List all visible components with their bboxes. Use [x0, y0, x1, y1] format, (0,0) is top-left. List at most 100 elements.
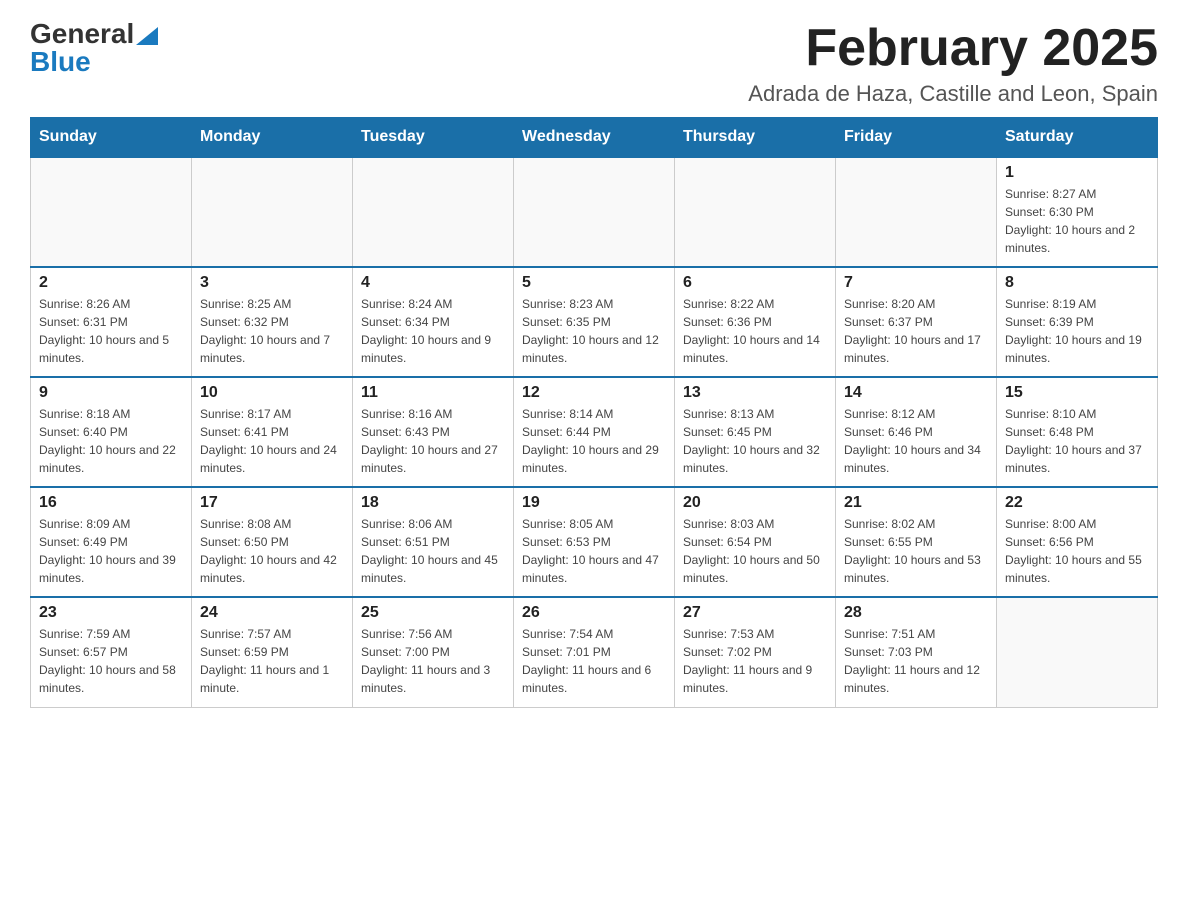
calendar-cell: 16 Sunrise: 8:09 AM Sunset: 6:49 PM Dayli…	[31, 487, 192, 597]
calendar-cell: 10Sunrise: 8:17 AM Sunset: 6:41 PM Dayli…	[192, 377, 353, 487]
day-number: 12	[522, 384, 666, 402]
calendar-cell: 19Sunrise: 8:05 AM Sunset: 6:53 PM Dayli…	[514, 487, 675, 597]
calendar-cell	[192, 157, 353, 267]
day-number: 9	[39, 384, 183, 402]
day-number: 24	[200, 604, 344, 622]
day-info: Sunrise: 8:18 AM Sunset: 6:40 PM Dayligh…	[39, 405, 183, 477]
calendar-cell: 23Sunrise: 7:59 AM Sunset: 6:57 PM Dayli…	[31, 597, 192, 707]
day-info: Sunrise: 8:12 AM Sunset: 6:46 PM Dayligh…	[844, 405, 988, 477]
calendar-header-monday: Monday	[192, 118, 353, 158]
calendar-cell: 5 Sunrise: 8:23 AM Sunset: 6:35 PM Daylig…	[514, 267, 675, 377]
calendar-header-wednesday: Wednesday	[514, 118, 675, 158]
calendar-week-row: 16 Sunrise: 8:09 AM Sunset: 6:49 PM Dayli…	[31, 487, 1158, 597]
day-number: 15	[1005, 384, 1149, 402]
day-number: 25	[361, 604, 505, 622]
day-info: Sunrise: 8:19 AM Sunset: 6:39 PM Dayligh…	[1005, 295, 1149, 367]
day-info: Sunrise: 8:25 AM Sunset: 6:32 PM Dayligh…	[200, 295, 344, 367]
location: Adrada de Haza, Castille and Leon, Spain	[748, 81, 1158, 107]
day-number: 21	[844, 494, 988, 512]
day-info: Sunrise: 8:14 AM Sunset: 6:44 PM Dayligh…	[522, 405, 666, 477]
day-info: Sunrise: 8:13 AM Sunset: 6:45 PM Dayligh…	[683, 405, 827, 477]
calendar-cell: 20Sunrise: 8:03 AM Sunset: 6:54 PM Dayli…	[675, 487, 836, 597]
day-info: Sunrise: 8:22 AM Sunset: 6:36 PM Dayligh…	[683, 295, 827, 367]
calendar-week-row: 9 Sunrise: 8:18 AM Sunset: 6:40 PM Daylig…	[31, 377, 1158, 487]
calendar-cell: 25 Sunrise: 7:56 AM Sunset: 7:00 PM Dayli…	[353, 597, 514, 707]
day-number: 7	[844, 274, 988, 292]
calendar-cell: 7 Sunrise: 8:20 AM Sunset: 6:37 PM Daylig…	[836, 267, 997, 377]
calendar-cell: 26Sunrise: 7:54 AM Sunset: 7:01 PM Dayli…	[514, 597, 675, 707]
day-info: Sunrise: 8:06 AM Sunset: 6:51 PM Dayligh…	[361, 515, 505, 587]
calendar-cell: 18Sunrise: 8:06 AM Sunset: 6:51 PM Dayli…	[353, 487, 514, 597]
day-info: Sunrise: 8:02 AM Sunset: 6:55 PM Dayligh…	[844, 515, 988, 587]
calendar-cell: 27 Sunrise: 7:53 AM Sunset: 7:02 PM Dayli…	[675, 597, 836, 707]
day-info: Sunrise: 7:57 AM Sunset: 6:59 PM Dayligh…	[200, 625, 344, 697]
calendar-cell: 9 Sunrise: 8:18 AM Sunset: 6:40 PM Daylig…	[31, 377, 192, 487]
logo: General Blue	[30, 20, 158, 76]
calendar-cell: 22 Sunrise: 8:00 AM Sunset: 6:56 PM Dayli…	[997, 487, 1158, 597]
logo-general: General	[30, 20, 134, 48]
calendar-cell: 28 Sunrise: 7:51 AM Sunset: 7:03 PM Dayli…	[836, 597, 997, 707]
day-number: 14	[844, 384, 988, 402]
day-info: Sunrise: 8:23 AM Sunset: 6:35 PM Dayligh…	[522, 295, 666, 367]
day-info: Sunrise: 8:08 AM Sunset: 6:50 PM Dayligh…	[200, 515, 344, 587]
day-number: 27	[683, 604, 827, 622]
day-number: 4	[361, 274, 505, 292]
calendar-table: SundayMondayTuesdayWednesdayThursdayFrid…	[30, 117, 1158, 708]
calendar-cell: 6 Sunrise: 8:22 AM Sunset: 6:36 PM Daylig…	[675, 267, 836, 377]
calendar-week-row: 2 Sunrise: 8:26 AM Sunset: 6:31 PM Daylig…	[31, 267, 1158, 377]
calendar-header-sunday: Sunday	[31, 118, 192, 158]
calendar-header-friday: Friday	[836, 118, 997, 158]
day-number: 22	[1005, 494, 1149, 512]
day-info: Sunrise: 7:56 AM Sunset: 7:00 PM Dayligh…	[361, 625, 505, 697]
calendar-week-row: 1 Sunrise: 8:27 AM Sunset: 6:30 PM Daylig…	[31, 157, 1158, 267]
page-header: General Blue February 2025 Adrada de Haz…	[30, 20, 1158, 107]
calendar-cell: 3 Sunrise: 8:25 AM Sunset: 6:32 PM Daylig…	[192, 267, 353, 377]
day-info: Sunrise: 8:10 AM Sunset: 6:48 PM Dayligh…	[1005, 405, 1149, 477]
calendar-header-thursday: Thursday	[675, 118, 836, 158]
calendar-cell: 4 Sunrise: 8:24 AM Sunset: 6:34 PM Daylig…	[353, 267, 514, 377]
day-info: Sunrise: 7:51 AM Sunset: 7:03 PM Dayligh…	[844, 625, 988, 697]
day-number: 13	[683, 384, 827, 402]
month-title: February 2025	[748, 20, 1158, 77]
calendar-cell: 17 Sunrise: 8:08 AM Sunset: 6:50 PM Dayli…	[192, 487, 353, 597]
calendar-cell: 14 Sunrise: 8:12 AM Sunset: 6:46 PM Dayli…	[836, 377, 997, 487]
calendar-cell: 21 Sunrise: 8:02 AM Sunset: 6:55 PM Dayli…	[836, 487, 997, 597]
day-number: 5	[522, 274, 666, 292]
day-info: Sunrise: 8:09 AM Sunset: 6:49 PM Dayligh…	[39, 515, 183, 587]
day-info: Sunrise: 8:24 AM Sunset: 6:34 PM Dayligh…	[361, 295, 505, 367]
calendar-cell: 1 Sunrise: 8:27 AM Sunset: 6:30 PM Daylig…	[997, 157, 1158, 267]
calendar-header-row: SundayMondayTuesdayWednesdayThursdayFrid…	[31, 118, 1158, 158]
day-info: Sunrise: 8:00 AM Sunset: 6:56 PM Dayligh…	[1005, 515, 1149, 587]
calendar-cell: 24 Sunrise: 7:57 AM Sunset: 6:59 PM Dayli…	[192, 597, 353, 707]
day-info: Sunrise: 8:26 AM Sunset: 6:31 PM Dayligh…	[39, 295, 183, 367]
calendar-cell: 12 Sunrise: 8:14 AM Sunset: 6:44 PM Dayli…	[514, 377, 675, 487]
calendar-cell	[353, 157, 514, 267]
day-number: 8	[1005, 274, 1149, 292]
day-number: 17	[200, 494, 344, 512]
calendar-cell	[997, 597, 1158, 707]
day-info: Sunrise: 8:20 AM Sunset: 6:37 PM Dayligh…	[844, 295, 988, 367]
calendar-cell: 15 Sunrise: 8:10 AM Sunset: 6:48 PM Dayli…	[997, 377, 1158, 487]
logo-arrow-icon	[136, 27, 158, 45]
calendar-cell	[514, 157, 675, 267]
day-info: Sunrise: 7:53 AM Sunset: 7:02 PM Dayligh…	[683, 625, 827, 697]
title-area: February 2025 Adrada de Haza, Castille a…	[748, 20, 1158, 107]
calendar-cell: 13 Sunrise: 8:13 AM Sunset: 6:45 PM Dayli…	[675, 377, 836, 487]
day-number: 28	[844, 604, 988, 622]
calendar-cell	[31, 157, 192, 267]
day-info: Sunrise: 8:03 AM Sunset: 6:54 PM Dayligh…	[683, 515, 827, 587]
day-number: 1	[1005, 164, 1149, 182]
day-number: 2	[39, 274, 183, 292]
calendar-cell: 2 Sunrise: 8:26 AM Sunset: 6:31 PM Daylig…	[31, 267, 192, 377]
calendar-cell	[675, 157, 836, 267]
day-info: Sunrise: 8:27 AM Sunset: 6:30 PM Dayligh…	[1005, 185, 1149, 257]
day-info: Sunrise: 8:05 AM Sunset: 6:53 PM Dayligh…	[522, 515, 666, 587]
calendar-cell	[836, 157, 997, 267]
calendar-week-row: 23Sunrise: 7:59 AM Sunset: 6:57 PM Dayli…	[31, 597, 1158, 707]
day-info: Sunrise: 8:17 AM Sunset: 6:41 PM Dayligh…	[200, 405, 344, 477]
day-number: 3	[200, 274, 344, 292]
calendar-cell: 8 Sunrise: 8:19 AM Sunset: 6:39 PM Daylig…	[997, 267, 1158, 377]
day-number: 6	[683, 274, 827, 292]
day-number: 16	[39, 494, 183, 512]
calendar-header-tuesday: Tuesday	[353, 118, 514, 158]
